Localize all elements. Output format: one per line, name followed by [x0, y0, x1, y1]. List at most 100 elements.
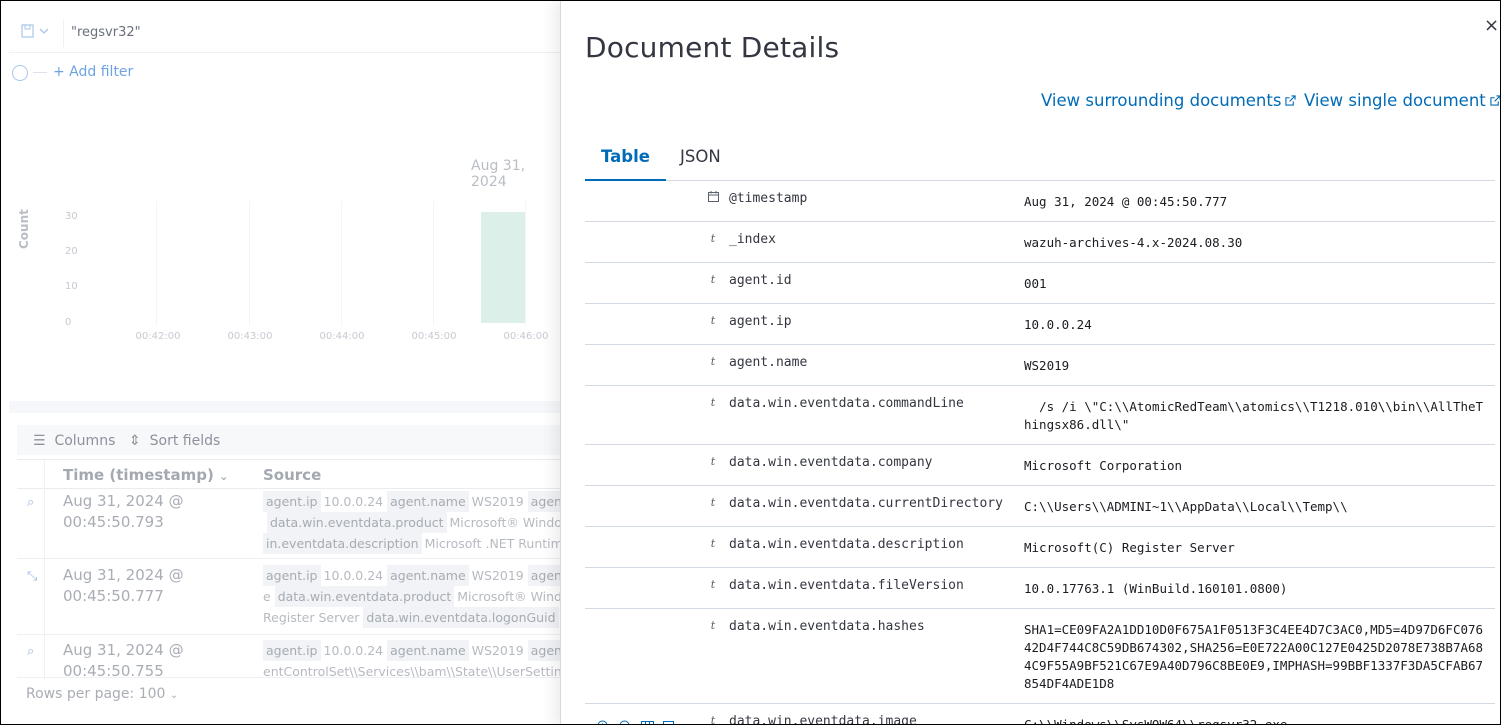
- string-field-icon: t: [710, 455, 716, 468]
- field-value: 10.0.17763.1 (WinBuild.160101.0800): [1024, 581, 1288, 596]
- flyout-title: Document Details: [585, 31, 840, 64]
- field-row: t data.win.eventdata.hashes SHA1=CE09FA2A1…: [585, 609, 1495, 704]
- search-input[interactable]: "regsvr32": [71, 25, 141, 40]
- field-row: t _index wazuh-archives-4.x-2024.08.30: [585, 222, 1495, 263]
- field-value: Aug 31, 2024 @ 00:45:50.777: [1024, 194, 1228, 209]
- field-row: t data.win.eventdata.image C:\\Windows\\Sy…: [585, 704, 1495, 725]
- table-row[interactable]: ⌕ Aug 31, 2024 @ 00:45:50.755 agent.ip 10…: [17, 638, 577, 680]
- date-field-icon: [707, 191, 719, 205]
- field-name: agent.name: [729, 355, 808, 370]
- field-value: Microsoft Corporation: [1024, 458, 1183, 473]
- column-header-source[interactable]: Source: [263, 466, 321, 484]
- filter-row: + Add filter: [9, 61, 569, 85]
- x-tick: 00:46:00: [503, 331, 549, 342]
- row-source: agent.ip 10.0.0.24 agent.name WS2019 agen …: [263, 565, 573, 628]
- string-field-icon: t: [710, 619, 716, 632]
- field-value: Microsoft(C) Register Server: [1024, 540, 1235, 555]
- x-tick: 00:44:00: [319, 331, 365, 342]
- field-name: data.win.eventdata.currentDirectory: [729, 496, 1003, 511]
- tab-table[interactable]: Table: [585, 147, 666, 181]
- table-row[interactable]: ⌕ Aug 31, 2024 @ 00:45:50.793 agent.ip 10…: [17, 489, 577, 559]
- collapse-document-icon[interactable]: ⤡: [27, 569, 43, 585]
- external-link-icon: [1285, 95, 1297, 106]
- columns-button[interactable]: ☰ Columns: [33, 433, 115, 449]
- field-row: t agent.id 001: [585, 263, 1495, 304]
- document-details-flyout: × Document Details View surrounding docu…: [560, 1, 1500, 725]
- field-name: data.win.eventdata.hashes: [729, 619, 925, 634]
- row-source: agent.ip 10.0.0.24 agent.name WS2019 agen …: [263, 491, 573, 554]
- flyout-tabs: Table JSON: [585, 139, 1495, 181]
- row-time: Aug 31, 2024 @ 00:45:50.793: [63, 492, 184, 531]
- grid-header: Time (timestamp) ⌄ Source: [17, 459, 577, 489]
- y-tick: 0: [65, 317, 72, 328]
- filter-for-value-icon[interactable]: [597, 718, 610, 724]
- query-bar: "regsvr32": [9, 13, 569, 53]
- field-value: C:\\Users\\ADMINI~1\\AppData\\Local\\Tem…: [1024, 499, 1348, 514]
- field-value: 10.0.0.24: [1024, 317, 1092, 332]
- document-fields-table: @timestamp Aug 31, 2024 @ 00:45:50.777 t _i…: [585, 181, 1495, 725]
- histogram-title: Aug 31, 2024: [471, 158, 526, 190]
- field-value: SHA1=CE09FA2A1DD10D0F675A1F0513F3C4EE4D7…: [1024, 622, 1484, 691]
- table-row[interactable]: ⤡ Aug 31, 2024 @ 00:45:50.777 agent.ip 10…: [17, 563, 577, 635]
- histogram-chart: Aug 31, 2024 Count 30 20 10 0 00:42:00 0…: [17, 151, 561, 351]
- y-tick: 30: [65, 211, 78, 222]
- y-tick: 10: [65, 281, 78, 292]
- field-value: /s /i \"C:\\AtomicRedTeam\\atomics\\T121…: [1024, 399, 1484, 432]
- field-row: t data.win.eventdata.fileVersion 10.0.1776…: [585, 568, 1495, 609]
- field-value: C:\\Windows\\SysWOW64\\regsvr32.exe: [1024, 717, 1288, 725]
- sort-fields-button[interactable]: ⇕ Sort fields: [129, 433, 220, 449]
- string-field-icon: t: [710, 496, 716, 509]
- field-name: agent.ip: [729, 314, 792, 329]
- field-value: WS2019: [1024, 358, 1070, 373]
- field-value: wazuh-archives-4.x-2024.08.30: [1024, 235, 1243, 250]
- add-filter-button[interactable]: + Add filter: [53, 64, 133, 80]
- string-field-icon: t: [710, 578, 716, 591]
- field-name: @timestamp: [729, 191, 808, 206]
- field-row: t data.win.eventdata.company Microsoft Cor…: [585, 445, 1495, 486]
- string-field-icon: t: [710, 396, 716, 409]
- field-name: data.win.eventdata.company: [729, 455, 933, 470]
- rows-per-page-select[interactable]: Rows per page: 100 ⌄: [26, 686, 178, 702]
- field-name: data.win.eventdata.description: [729, 537, 964, 552]
- field-name: agent.id: [729, 273, 792, 288]
- field-row: t agent.name WS2019: [585, 345, 1495, 386]
- field-name: data.win.eventdata.image: [729, 714, 917, 725]
- row-source: agent.ip 10.0.0.24 agent.name WS2019 agen …: [263, 640, 573, 682]
- histogram-y-label: Count: [17, 209, 31, 249]
- field-actions: [597, 718, 687, 724]
- tab-json[interactable]: JSON: [664, 147, 737, 181]
- x-tick: 00:45:00: [411, 331, 457, 342]
- string-field-icon: t: [710, 314, 716, 327]
- toggle-column-icon[interactable]: [641, 718, 654, 724]
- field-row: t data.win.eventdata.currentDirectory C:\\…: [585, 486, 1495, 527]
- row-time: Aug 31, 2024 @ 00:45:50.755: [63, 641, 184, 680]
- filter-out-value-icon[interactable]: [619, 718, 632, 724]
- field-name: _index: [729, 232, 776, 247]
- field-row: @timestamp Aug 31, 2024 @ 00:45:50.777: [585, 181, 1495, 222]
- column-header-time[interactable]: Time (timestamp) ⌄: [63, 466, 228, 484]
- view-surrounding-documents-link[interactable]: View surrounding documents: [1041, 91, 1297, 110]
- y-tick: 20: [65, 246, 78, 257]
- field-name: data.win.eventdata.fileVersion: [729, 578, 964, 593]
- string-field-icon: t: [710, 537, 716, 550]
- view-single-document-link[interactable]: View single document: [1304, 91, 1500, 110]
- inspect-document-icon[interactable]: ⌕: [27, 495, 43, 511]
- external-link-icon: [1490, 95, 1500, 106]
- x-tick: 00:43:00: [227, 331, 273, 342]
- string-field-icon: t: [710, 232, 716, 245]
- string-field-icon: t: [710, 273, 716, 286]
- field-row: t data.win.eventdata.commandLine /s /i \"…: [585, 386, 1495, 445]
- field-value: 001: [1024, 276, 1047, 291]
- field-name: data.win.eventdata.commandLine: [729, 396, 964, 411]
- grid-toolbar: ☰ Columns ⇕ Sort fields: [17, 425, 577, 455]
- field-row: t agent.ip 10.0.0.24: [585, 304, 1495, 345]
- close-flyout-button[interactable]: ×: [1484, 15, 1500, 37]
- filter-exists-icon[interactable]: [663, 718, 676, 724]
- save-icon: [21, 24, 49, 38]
- inspect-document-icon[interactable]: ⌕: [27, 644, 43, 660]
- string-field-icon: t: [710, 714, 716, 725]
- histogram-bar[interactable]: [481, 212, 525, 323]
- saved-query-button[interactable]: [19, 23, 63, 43]
- filter-options-icon[interactable]: [12, 65, 28, 81]
- string-field-icon: t: [710, 355, 716, 368]
